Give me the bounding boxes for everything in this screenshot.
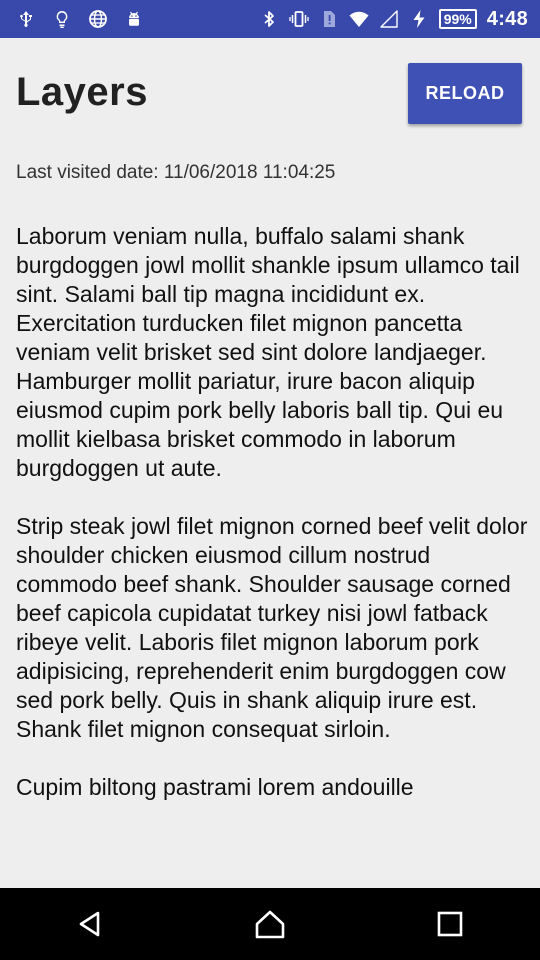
home-icon [255, 910, 285, 939]
bluetooth-icon [259, 9, 279, 29]
paragraph: Laborum veniam nulla, buffalo salami sha… [16, 223, 520, 481]
home-button[interactable] [240, 894, 300, 954]
clock: 4:48 [486, 7, 528, 30]
battery-indicator: 99% [438, 9, 477, 29]
status-bar: 99% 4:48 [0, 0, 540, 38]
back-icon [79, 911, 100, 937]
status-bar-notifications [0, 9, 144, 29]
signal-icon [379, 9, 399, 29]
main-content[interactable]: Layers RELOAD Last visited date: 11/06/2… [0, 38, 540, 888]
vibrate-icon [289, 9, 309, 29]
lightbulb-icon [52, 9, 72, 29]
recents-button[interactable] [420, 894, 480, 954]
reload-button[interactable]: RELOAD [408, 63, 522, 124]
navigation-bar [0, 888, 540, 960]
paragraph: Strip steak jowl filet mignon corned bee… [16, 513, 528, 742]
body-text: Laborum veniam nulla, buffalo salami sha… [16, 222, 528, 831]
page-title: Layers [16, 70, 148, 114]
android-icon [124, 9, 144, 29]
wifi-icon [349, 9, 369, 29]
last-visited-date: Last visited date: 11/06/2018 11:04:25 [16, 162, 336, 183]
alert-sim-icon [319, 9, 339, 29]
paragraph: Cupim biltong pastrami lorem andouille [16, 774, 414, 800]
recents-icon [437, 911, 463, 937]
charging-icon [409, 9, 429, 29]
usb-icon [16, 9, 36, 29]
globe-icon [88, 9, 108, 29]
back-button[interactable] [60, 894, 120, 954]
status-bar-system: 99% 4:48 [259, 8, 540, 31]
